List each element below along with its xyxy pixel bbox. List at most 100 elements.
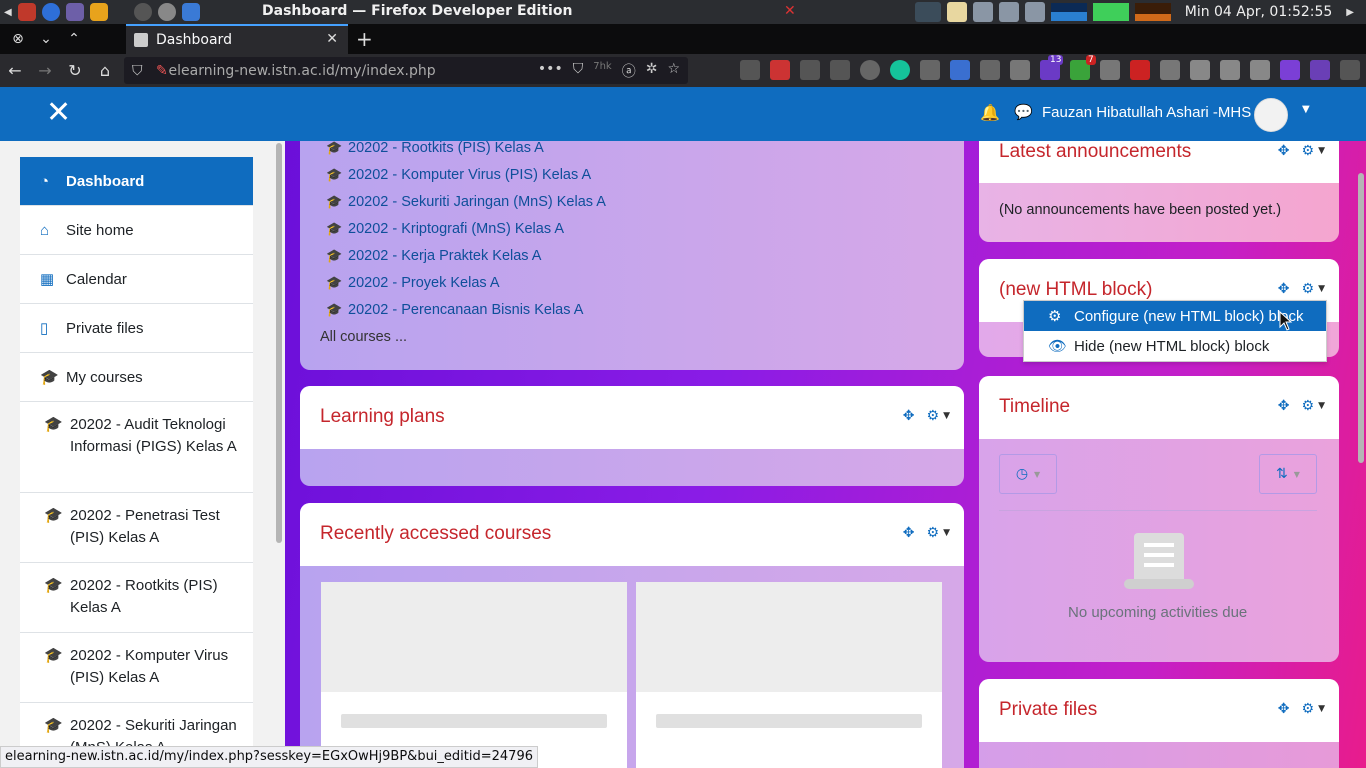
wrench-icon[interactable]: [740, 60, 760, 80]
nav-item-private-files[interactable]: ▯ Private files: [20, 304, 253, 353]
pen-icon[interactable]: [1100, 60, 1120, 80]
gear-icon[interactable]: ⚙: [1302, 143, 1315, 159]
tray-network-icon-2[interactable]: [998, 2, 1019, 22]
course-link[interactable]: 🎓 20202 - Perencanaan Bisnis Kelas A: [326, 296, 606, 323]
back-icon[interactable]: ←: [0, 61, 30, 80]
font-icon[interactable]: [1190, 60, 1210, 80]
move-icon[interactable]: ✥: [903, 525, 915, 541]
course-link[interactable]: 🎓 20202 - Kriptografi (MnS) Kelas A: [326, 215, 606, 242]
course-link-label[interactable]: 20202 - Sekuriti Jaringan (MnS) Kelas A: [348, 194, 606, 210]
arrow-left-icon[interactable]: ◀: [4, 7, 12, 18]
new-tab-icon[interactable]: +: [356, 27, 373, 51]
user-name[interactable]: Fauzan Hibatullah Ashari -MHS: [1042, 104, 1251, 121]
sidebar-icon[interactable]: [830, 60, 850, 80]
app-icon[interactable]: [133, 3, 152, 21]
tray-app-icon[interactable]: [914, 2, 941, 22]
close-window-icon[interactable]: ✕: [784, 3, 796, 19]
arrow-right-icon[interactable]: ▶: [1346, 7, 1354, 18]
forward-icon[interactable]: →: [30, 61, 60, 80]
page-scrollbar[interactable]: [1356, 141, 1366, 768]
nav-course-item[interactable]: 🎓 20202 - Komputer Virus (PIS) Kelas A: [20, 633, 253, 703]
firefox-dev-icon[interactable]: [181, 3, 200, 21]
page-actions-icon[interactable]: •••: [538, 61, 563, 81]
chevron-down-icon[interactable]: ▼: [1318, 146, 1325, 156]
course-link[interactable]: 🎓 20202 - Sekuriti Jaringan (MnS) Kelas A: [326, 188, 606, 215]
download-icon[interactable]: [770, 60, 790, 80]
home-icon[interactable]: ⌂: [90, 61, 120, 80]
nav-item-site-home[interactable]: ⌂ Site home: [20, 206, 253, 255]
translate-icon[interactable]: [950, 60, 970, 80]
settings-app-icon[interactable]: [157, 3, 176, 21]
move-icon[interactable]: ✥: [1278, 701, 1290, 717]
chevron-down-icon[interactable]: ▼: [943, 411, 950, 421]
gear-icon[interactable]: ⚙: [1302, 398, 1315, 414]
firefox-icon[interactable]: [41, 3, 60, 21]
gear-icon[interactable]: ⚙: [927, 525, 940, 541]
terminal-icon[interactable]: [65, 3, 84, 21]
course-link-label[interactable]: 20202 - Perencanaan Bisnis Kelas A: [348, 302, 583, 318]
linkedin-icon[interactable]: [1310, 60, 1330, 80]
react-icon[interactable]: [980, 60, 1000, 80]
cookie-icon[interactable]: [1010, 60, 1030, 80]
gear-icon[interactable]: [1250, 60, 1270, 80]
account-icon[interactable]: [860, 60, 880, 80]
user-menu-caret-icon[interactable]: ▼: [1302, 104, 1310, 115]
course-link-label[interactable]: 20202 - Proyek Kelas A: [348, 275, 500, 291]
tray-network-icon[interactable]: [972, 2, 993, 22]
timeline-filter-button[interactable]: ◷ ▼: [999, 454, 1057, 494]
chevron-down-icon[interactable]: ▼: [943, 528, 950, 538]
drawer-scrollbar[interactable]: [274, 141, 284, 768]
scrollbar-thumb[interactable]: [1358, 173, 1364, 463]
nav-course-item[interactable]: 🎓 20202 - Rootkits (PIS) Kelas A: [20, 563, 253, 633]
gear-icon[interactable]: ⚙: [1302, 281, 1315, 297]
nav-item-my-courses[interactable]: 🎓 My courses: [20, 353, 253, 402]
messages-icon[interactable]: 💬: [1014, 103, 1033, 121]
chevron-down-icon[interactable]: ▼: [1318, 704, 1325, 714]
timeline-sort-button[interactable]: ⇅ ▼: [1259, 454, 1317, 494]
chevron-down-icon[interactable]: ▼: [1318, 401, 1325, 411]
close-tab-icon[interactable]: ⊗: [4, 31, 32, 47]
nav-course-item[interactable]: 🎓 20202 - Penetrasi Test (PIS) Kelas A: [20, 493, 253, 563]
course-link-label[interactable]: 20202 - Kriptografi (MnS) Kelas A: [348, 221, 564, 237]
course-link-label[interactable]: 20202 - Kerja Praktek Kelas A: [348, 248, 541, 264]
notifications-bell-icon[interactable]: 🔔: [980, 103, 1000, 122]
scrollbar-thumb[interactable]: [276, 143, 282, 543]
app-grid-icon[interactable]: [17, 3, 36, 21]
chevron-down-icon[interactable]: ▼: [1318, 284, 1325, 294]
menu-icon[interactable]: [1340, 60, 1360, 80]
extension-icon-b[interactable]: [1160, 60, 1180, 80]
course-link[interactable]: 🎓 20202 - Proyek Kelas A: [326, 269, 606, 296]
chevron-up-icon[interactable]: ⌃: [60, 31, 88, 47]
nav-course-item[interactable]: 🎓 20202 - Audit Teknologi Informasi (PIG…: [20, 402, 253, 493]
reader-icon[interactable]: ⓐ: [622, 61, 636, 81]
move-icon[interactable]: ✥: [903, 408, 915, 424]
chevron-down-icon[interactable]: ⌄: [32, 31, 60, 47]
hide-block-menu-item[interactable]: 👁 Hide (new HTML block) block: [1024, 331, 1326, 361]
extension-icon-c[interactable]: [1280, 60, 1300, 80]
bookmark-star-icon[interactable]: ☆: [667, 61, 680, 81]
gear-icon[interactable]: ⚙: [1302, 701, 1315, 717]
course-link-label[interactable]: 20202 - Rootkits (PIS) Kelas A: [348, 141, 544, 156]
nav-item-calendar[interactable]: ▦ Calendar: [20, 255, 253, 304]
move-icon[interactable]: ✥: [1278, 281, 1290, 297]
nav-item-dashboard[interactable]: ◔ Dashboard: [20, 157, 253, 206]
close-drawer-icon[interactable]: ✕: [46, 97, 71, 129]
extension-icon[interactable]: ✲: [646, 61, 658, 81]
course-link[interactable]: 🎓 20202 - Rootkits (PIS) Kelas A: [326, 141, 606, 161]
url-text[interactable]: elearning-new.istn.ac.id/my/index.php: [169, 63, 436, 79]
insecure-lock-icon[interactable]: ✎: [156, 63, 168, 79]
tray-clipboard-icon[interactable]: [946, 2, 967, 22]
vue-icon[interactable]: [1220, 60, 1240, 80]
course-link-label[interactable]: 20202 - Komputer Virus (PIS) Kelas A: [348, 167, 591, 183]
move-icon[interactable]: ✥: [1278, 398, 1290, 414]
shield-icon[interactable]: ⛉: [132, 63, 143, 79]
clock[interactable]: Min 04 Apr, 01:52:55: [1185, 4, 1333, 20]
all-courses-link[interactable]: All courses ...: [320, 329, 606, 345]
gear-icon[interactable]: ⚙: [927, 408, 940, 424]
close-icon[interactable]: ✕: [326, 31, 338, 47]
tab-dashboard[interactable]: Dashboard ✕: [126, 24, 348, 54]
reload-icon[interactable]: ↻: [60, 61, 90, 80]
grammarly-icon[interactable]: [890, 60, 910, 80]
extension-icon-a[interactable]: [920, 60, 940, 80]
course-link[interactable]: 🎓 20202 - Komputer Virus (PIS) Kelas A: [326, 161, 606, 188]
